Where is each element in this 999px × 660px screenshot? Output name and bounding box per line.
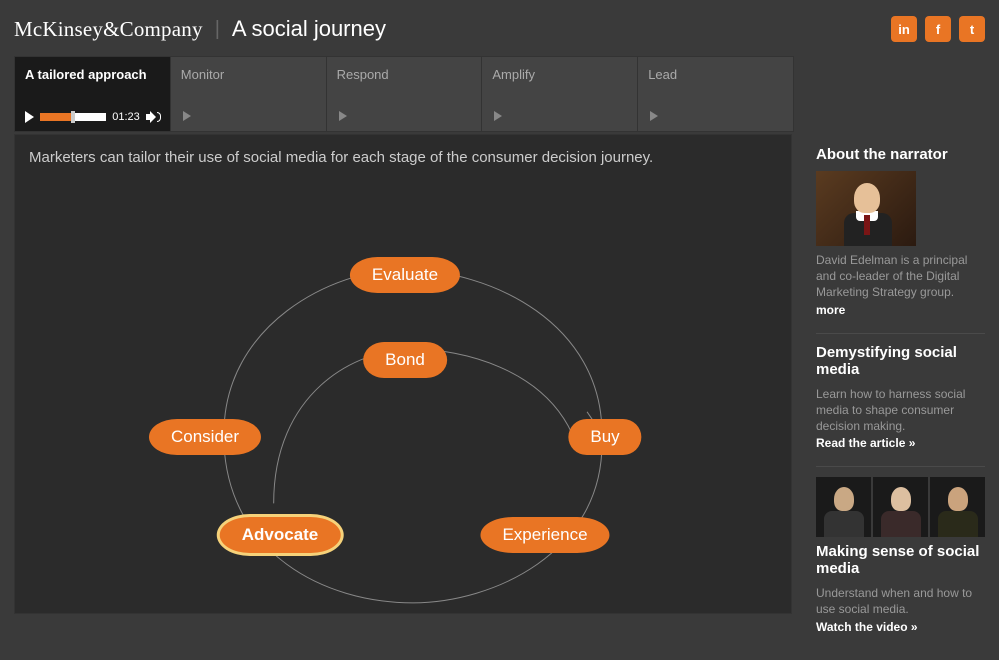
sidebar: About the narrator David Edelman is a pr… [816, 134, 985, 650]
demystify-text: Learn how to harness social media to sha… [816, 386, 985, 435]
node-experience[interactable]: Experience [480, 517, 609, 553]
tab-respond[interactable]: Respond [326, 56, 482, 132]
tab-lead[interactable]: Lead [637, 56, 794, 132]
progress-track[interactable] [40, 113, 106, 121]
play-icon [339, 111, 347, 121]
making-sense-heading: Making sense of social media [816, 543, 985, 577]
tab-label: Lead [648, 67, 783, 82]
linkedin-icon[interactable]: in [891, 16, 917, 42]
diagram-stage: Marketers can tailor their use of social… [14, 134, 792, 614]
progress-fill [40, 113, 71, 121]
tab-label: Respond [337, 67, 472, 82]
play-icon [183, 111, 191, 121]
tab-monitor[interactable]: Monitor [170, 56, 326, 132]
time-display: 01:23 [112, 111, 140, 123]
tab-amplify[interactable]: Amplify [481, 56, 637, 132]
node-consider[interactable]: Consider [149, 419, 261, 455]
play-icon[interactable] [25, 111, 34, 123]
tab-label: Amplify [492, 67, 627, 82]
node-buy[interactable]: Buy [568, 419, 641, 455]
logo-separator: | [215, 18, 220, 41]
node-evaluate[interactable]: Evaluate [350, 257, 460, 293]
making-sense-link[interactable]: Watch the video » [816, 620, 918, 634]
narrator-text: David Edelman is a principal and co-lead… [816, 252, 985, 301]
company-logo: McKinsey&Company [14, 17, 203, 42]
volume-icon[interactable] [146, 111, 160, 123]
play-icon [650, 111, 658, 121]
page-title: A social journey [232, 16, 386, 42]
chapter-tabs: A tailored approach 01:23 Monitor Respon… [14, 56, 794, 132]
narrator-portrait [816, 171, 916, 246]
making-sense-text: Understand when and how to use social me… [816, 585, 985, 617]
video-thumb-3 [930, 477, 985, 537]
video-thumb-2 [873, 477, 928, 537]
sidebar-making-sense: Making sense of social media Understand … [816, 467, 985, 649]
video-thumbnails[interactable] [816, 477, 985, 537]
sidebar-demystify: Demystifying social media Learn how to h… [816, 334, 985, 468]
node-advocate[interactable]: Advocate [220, 517, 341, 553]
play-icon [494, 111, 502, 121]
progress-handle[interactable] [71, 111, 75, 123]
tab-label: Monitor [181, 67, 316, 82]
header: McKinsey&Company | A social journey in f… [14, 10, 985, 56]
narrator-heading: About the narrator [816, 146, 985, 163]
narrator-more-link[interactable]: more [816, 303, 845, 317]
tab-tailored-approach[interactable]: A tailored approach 01:23 [14, 56, 170, 132]
demystify-link[interactable]: Read the article » [816, 436, 915, 450]
audio-player: 01:23 [25, 111, 160, 123]
tab-label: A tailored approach [25, 67, 160, 82]
social-buttons: in f t [891, 16, 985, 42]
video-thumb-1 [816, 477, 871, 537]
node-bond[interactable]: Bond [363, 342, 447, 378]
demystify-heading: Demystifying social media [816, 344, 985, 378]
sidebar-narrator: About the narrator David Edelman is a pr… [816, 136, 985, 334]
twitter-icon[interactable]: t [959, 16, 985, 42]
facebook-icon[interactable]: f [925, 16, 951, 42]
